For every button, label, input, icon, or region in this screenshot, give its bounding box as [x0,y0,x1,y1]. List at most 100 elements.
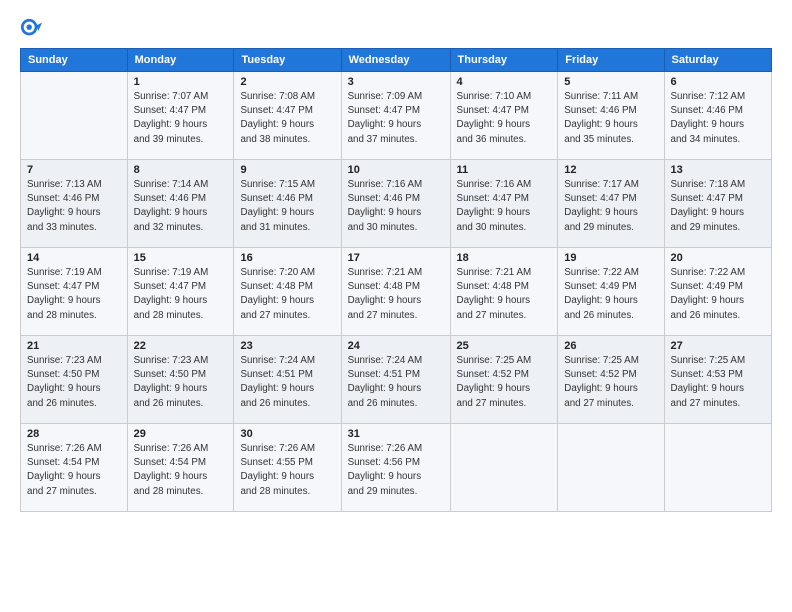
day-number: 3 [348,76,444,88]
day-number: 8 [134,164,228,176]
day-number: 28 [27,428,121,440]
header-day-monday: Monday [127,49,234,72]
day-number: 12 [564,164,657,176]
day-info: Sunrise: 7:19 AMSunset: 4:47 PMDaylight:… [134,266,228,323]
calendar-cell: 9 Sunrise: 7:15 AMSunset: 4:46 PMDaylight… [234,160,341,248]
day-number: 19 [564,252,657,264]
logo-icon [20,18,42,40]
day-number: 30 [240,428,334,440]
day-info: Sunrise: 7:23 AMSunset: 4:50 PMDaylight:… [27,354,121,411]
day-number: 27 [671,340,766,352]
day-info: Sunrise: 7:26 AMSunset: 4:56 PMDaylight:… [348,442,444,499]
day-info: Sunrise: 7:21 AMSunset: 4:48 PMDaylight:… [348,266,444,323]
day-info: Sunrise: 7:19 AMSunset: 4:47 PMDaylight:… [27,266,121,323]
calendar-cell: 2Sunrise: 7:08 AMSunset: 4:47 PMDaylight… [234,72,341,160]
calendar-cell: 25Sunrise: 7:25 AMSunset: 4:52 PMDayligh… [450,336,558,424]
day-info: Sunrise: 7:23 AMSunset: 4:50 PMDaylight:… [134,354,228,411]
calendar-cell: 29 Sunrise: 7:26 AMSunset: 4:54 PMDayligh… [127,424,234,512]
day-number: 11 [457,164,552,176]
calendar-table: SundayMondayTuesdayWednesdayThursdayFrid… [20,48,772,512]
day-info: Sunrise: 7:15 AMSunset: 4:46 PMDaylight:… [240,178,334,235]
day-info: Sunrise: 7:25 AMSunset: 4:52 PMDaylight:… [457,354,552,411]
calendar-cell: 27 Sunrise: 7:25 AMSunset: 4:53 PMDayligh… [664,336,772,424]
day-info: Sunrise: 7:18 AMSunset: 4:47 PMDaylight:… [671,178,766,235]
calendar-cell: 10 Sunrise: 7:16 AMSunset: 4:46 PMDayligh… [341,160,450,248]
day-number: 13 [671,164,766,176]
day-info: Sunrise: 7:16 AMSunset: 4:46 PMDaylight:… [348,178,444,235]
day-info: Sunrise: 7:22 AMSunset: 4:49 PMDaylight:… [671,266,766,323]
calendar-cell: 1 Sunrise: 7:07 AMSunset: 4:47 PMDaylight… [127,72,234,160]
header-day-tuesday: Tuesday [234,49,341,72]
calendar-cell: 20 Sunrise: 7:22 AMSunset: 4:49 PMDayligh… [664,248,772,336]
day-number: 15 [134,252,228,264]
day-info: Sunrise: 7:20 AMSunset: 4:48 PMDaylight:… [240,266,334,323]
day-number: 29 [134,428,228,440]
day-number: 24 [348,340,444,352]
calendar-cell: 19Sunrise: 7:22 AMSunset: 4:49 PMDayligh… [558,248,664,336]
day-number: 20 [671,252,766,264]
day-number: 4 [457,76,552,88]
calendar-cell: 13 Sunrise: 7:18 AMSunset: 4:47 PMDayligh… [664,160,772,248]
calendar-header: SundayMondayTuesdayWednesdayThursdayFrid… [21,49,772,72]
day-info: Sunrise: 7:26 AMSunset: 4:54 PMDaylight:… [134,442,228,499]
calendar-page: SundayMondayTuesdayWednesdayThursdayFrid… [0,0,792,612]
calendar-cell: 28 Sunrise: 7:26 AMSunset: 4:54 PMDayligh… [21,424,128,512]
calendar-cell: 21Sunrise: 7:23 AMSunset: 4:50 PMDayligh… [21,336,128,424]
day-info: Sunrise: 7:07 AMSunset: 4:47 PMDaylight:… [134,90,228,147]
calendar-cell: 8 Sunrise: 7:14 AMSunset: 4:46 PMDaylight… [127,160,234,248]
calendar-cell: 22 Sunrise: 7:23 AMSunset: 4:50 PMDayligh… [127,336,234,424]
week-row-5: 28 Sunrise: 7:26 AMSunset: 4:54 PMDayligh… [21,424,772,512]
day-info: Sunrise: 7:25 AMSunset: 4:52 PMDaylight:… [564,354,657,411]
calendar-cell: 30 Sunrise: 7:26 AMSunset: 4:55 PMDayligh… [234,424,341,512]
calendar-body: 1 Sunrise: 7:07 AMSunset: 4:47 PMDaylight… [21,72,772,512]
day-info: Sunrise: 7:13 AMSunset: 4:46 PMDaylight:… [27,178,121,235]
day-number: 26 [564,340,657,352]
day-number: 1 [134,76,228,88]
calendar-cell: 16 Sunrise: 7:20 AMSunset: 4:48 PMDayligh… [234,248,341,336]
day-info: Sunrise: 7:26 AMSunset: 4:54 PMDaylight:… [27,442,121,499]
day-number: 10 [348,164,444,176]
calendar-cell: 12 Sunrise: 7:17 AMSunset: 4:47 PMDayligh… [558,160,664,248]
calendar-cell: 31 Sunrise: 7:26 AMSunset: 4:56 PMDayligh… [341,424,450,512]
header-day-saturday: Saturday [664,49,772,72]
calendar-cell: 7Sunrise: 7:13 AMSunset: 4:46 PMDaylight… [21,160,128,248]
day-info: Sunrise: 7:21 AMSunset: 4:48 PMDaylight:… [457,266,552,323]
header [20,18,772,40]
day-info: Sunrise: 7:11 AMSunset: 4:46 PMDaylight:… [564,90,657,147]
day-number: 22 [134,340,228,352]
calendar-cell: 15 Sunrise: 7:19 AMSunset: 4:47 PMDayligh… [127,248,234,336]
calendar-cell: 18 Sunrise: 7:21 AMSunset: 4:48 PMDayligh… [450,248,558,336]
day-info: Sunrise: 7:24 AMSunset: 4:51 PMDaylight:… [240,354,334,411]
day-info: Sunrise: 7:08 AMSunset: 4:47 PMDaylight:… [240,90,334,147]
calendar-cell: 11 Sunrise: 7:16 AMSunset: 4:47 PMDayligh… [450,160,558,248]
day-info: Sunrise: 7:14 AMSunset: 4:46 PMDaylight:… [134,178,228,235]
day-number: 31 [348,428,444,440]
calendar-cell: 3Sunrise: 7:09 AMSunset: 4:47 PMDaylight… [341,72,450,160]
calendar-cell: 4Sunrise: 7:10 AMSunset: 4:47 PMDaylight… [450,72,558,160]
calendar-cell: 17 Sunrise: 7:21 AMSunset: 4:48 PMDayligh… [341,248,450,336]
header-day-friday: Friday [558,49,664,72]
day-info: Sunrise: 7:12 AMSunset: 4:46 PMDaylight:… [671,90,766,147]
calendar-cell [21,72,128,160]
day-number: 23 [240,340,334,352]
calendar-cell: 24Sunrise: 7:24 AMSunset: 4:51 PMDayligh… [341,336,450,424]
day-number: 9 [240,164,334,176]
day-info: Sunrise: 7:25 AMSunset: 4:53 PMDaylight:… [671,354,766,411]
calendar-cell: 23 Sunrise: 7:24 AMSunset: 4:51 PMDayligh… [234,336,341,424]
calendar-cell: 5Sunrise: 7:11 AMSunset: 4:46 PMDaylight… [558,72,664,160]
calendar-cell: 14 Sunrise: 7:19 AMSunset: 4:47 PMDayligh… [21,248,128,336]
week-row-1: 1 Sunrise: 7:07 AMSunset: 4:47 PMDaylight… [21,72,772,160]
header-row: SundayMondayTuesdayWednesdayThursdayFrid… [21,49,772,72]
calendar-cell: 6Sunrise: 7:12 AMSunset: 4:46 PMDaylight… [664,72,772,160]
header-day-thursday: Thursday [450,49,558,72]
day-number: 16 [240,252,334,264]
day-info: Sunrise: 7:17 AMSunset: 4:47 PMDaylight:… [564,178,657,235]
calendar-cell: 26 Sunrise: 7:25 AMSunset: 4:52 PMDayligh… [558,336,664,424]
day-number: 18 [457,252,552,264]
day-number: 14 [27,252,121,264]
day-info: Sunrise: 7:16 AMSunset: 4:47 PMDaylight:… [457,178,552,235]
day-number: 17 [348,252,444,264]
day-info: Sunrise: 7:26 AMSunset: 4:55 PMDaylight:… [240,442,334,499]
week-row-4: 21Sunrise: 7:23 AMSunset: 4:50 PMDayligh… [21,336,772,424]
logo [20,18,46,40]
